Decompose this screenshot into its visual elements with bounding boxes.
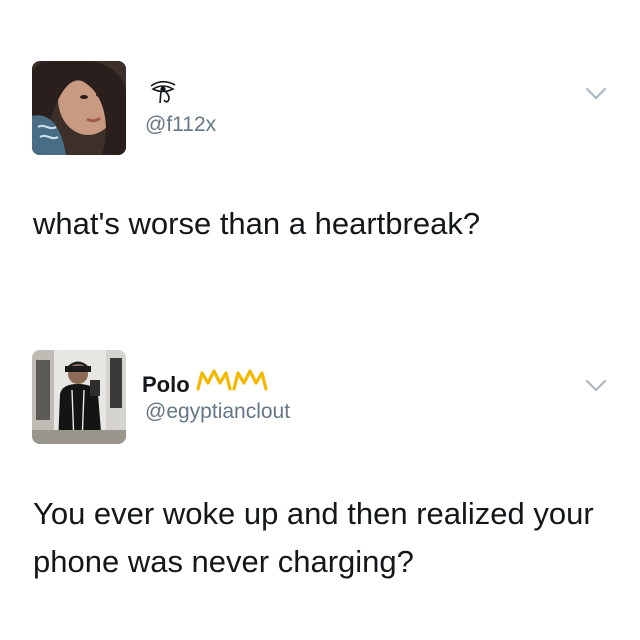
avatar[interactable] [32, 61, 126, 155]
handle[interactable]: @egyptianclout [145, 400, 290, 424]
tweet: Polo @egyptianclout You ever woke up and… [0, 330, 640, 640]
chevron-down-icon[interactable] [584, 378, 608, 394]
crown-emoji-icon [232, 367, 268, 398]
tweet: @f112x what's worse than a heartbreak? [0, 0, 640, 300]
avatar[interactable] [32, 350, 126, 444]
display-name[interactable]: Polo [142, 372, 190, 398]
tweet-text: You ever woke up and then realized your … [33, 496, 603, 579]
tweet-text: what's worse than a heartbreak? [33, 206, 481, 241]
name-row [142, 78, 178, 110]
handle[interactable]: @f112x [145, 113, 216, 137]
eye-of-horus-icon [148, 77, 178, 110]
crown-emoji-icon [196, 367, 232, 398]
name-row: Polo [142, 364, 268, 398]
chevron-down-icon[interactable] [584, 86, 608, 102]
